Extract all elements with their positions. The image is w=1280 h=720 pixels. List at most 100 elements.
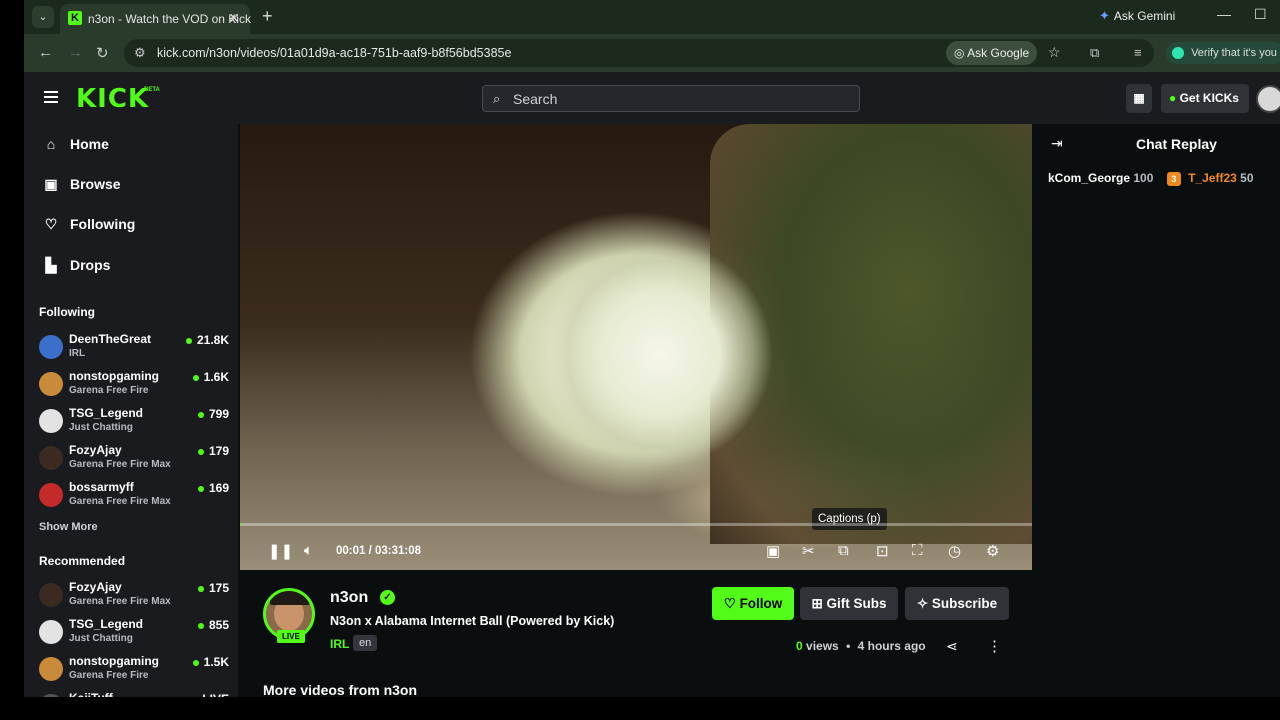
channel-list-item[interactable]: TSG_Legend Just Chatting 855 bbox=[39, 616, 229, 650]
views-label: views bbox=[806, 639, 839, 653]
search-box[interactable]: ⌕ bbox=[482, 85, 860, 112]
viewer-count: 1.6K bbox=[193, 370, 229, 384]
search-icon: ⌕ bbox=[493, 91, 501, 106]
channel-name[interactable]: n3on bbox=[330, 589, 368, 607]
channel-list-item[interactable]: TSG_Legend Just Chatting 799 bbox=[39, 405, 229, 439]
channel-name: FozyAjay bbox=[69, 580, 122, 594]
beta-label: BETA bbox=[144, 87, 160, 93]
gemini-icon: ✦ bbox=[1099, 8, 1110, 23]
recommended-heading: Recommended bbox=[39, 554, 126, 568]
ask-gemini-button[interactable]: ✦ Ask Gemini bbox=[1099, 8, 1175, 24]
channel-list-item[interactable]: bossarmyff Garena Free Fire Max 169 bbox=[39, 479, 229, 513]
clip-icon[interactable]: ✂ bbox=[802, 542, 815, 560]
url-text: kick.com/n3on/videos/01a01d9a-ac18-751b-… bbox=[157, 46, 512, 60]
extensions-icon[interactable]: ⧉ bbox=[1090, 45, 1099, 61]
channel-avatar bbox=[39, 657, 63, 681]
time-display: 00:01 / 03:31:08 bbox=[336, 545, 422, 557]
sidebar-item-drops[interactable]: ▙ Drops bbox=[44, 253, 111, 277]
ask-gemini-label: Ask Gemini bbox=[1113, 9, 1176, 23]
playback-speed-icon[interactable]: ◷ bbox=[948, 542, 961, 560]
chat-username[interactable]: kCom_George bbox=[1048, 171, 1130, 185]
viewer-count: 169 bbox=[198, 481, 229, 495]
channel-list-item[interactable]: DeenTheGreat IRL 21.8K bbox=[39, 331, 229, 365]
verify-identity-button[interactable]: Verify that it's you bbox=[1166, 42, 1280, 64]
sidebar-item-browse[interactable]: ▣ Browse bbox=[44, 172, 120, 196]
bookmark-star-icon[interactable]: ☆ bbox=[1048, 44, 1061, 61]
picture-in-picture-icon[interactable]: ⧉ bbox=[838, 542, 849, 559]
star-icon: ✧ bbox=[916, 596, 929, 611]
get-kicks-button[interactable]: ● Get KICKs bbox=[1161, 84, 1249, 113]
pause-icon[interactable]: ❚❚ bbox=[268, 542, 293, 560]
reload-icon[interactable]: ↻ bbox=[96, 44, 109, 62]
video-stats: 0 views • 4 hours ago bbox=[796, 639, 926, 653]
channel-list-item[interactable]: FozyAjay Garena Free Fire Max 179 bbox=[39, 442, 229, 476]
chat-gift-row: kCom_George 100 3 T_Jeff23 50 bbox=[1048, 171, 1254, 186]
subscribe-button[interactable]: ✧ Subscribe bbox=[905, 587, 1009, 620]
sidebar-item-following[interactable]: ♡ Following bbox=[44, 212, 136, 236]
volume-icon[interactable]: 🔈︎ bbox=[304, 542, 313, 559]
channel-category: Garena Free Fire Max bbox=[69, 496, 171, 507]
collapse-chat-icon[interactable]: ⇥ bbox=[1051, 135, 1063, 152]
captions-tooltip: Captions (p) bbox=[812, 508, 887, 530]
dashboard-icon: ▦ bbox=[1133, 91, 1145, 105]
tab-title: n3on - Watch the VOD on Kick bbox=[88, 12, 251, 26]
channel-list-item[interactable]: nonstopgaming Garena Free Fire 1.6K bbox=[39, 368, 229, 402]
get-kicks-label: Get KICKs bbox=[1179, 91, 1239, 105]
channel-avatar bbox=[39, 409, 63, 433]
sidebar-item-home[interactable]: ⌂ Home bbox=[44, 132, 109, 156]
follow-button[interactable]: ♡ Follow bbox=[712, 587, 794, 620]
settings-gear-icon[interactable]: ⚙ bbox=[986, 542, 999, 560]
sidebar: ⌂ Home ▣ Browse ♡ Following ▙ Drops Foll… bbox=[24, 124, 238, 697]
maximize-icon[interactable]: ☐ bbox=[1254, 6, 1267, 23]
channel-name: TSG_Legend bbox=[69, 406, 144, 420]
channel-avatar bbox=[39, 620, 63, 644]
kick-logo[interactable]: KICK bbox=[76, 84, 149, 114]
forward-arrow-icon[interactable]: → bbox=[68, 44, 83, 61]
channel-avatar bbox=[39, 335, 63, 359]
language-tag[interactable]: en bbox=[353, 635, 378, 651]
gift-subs-button[interactable]: ⊞ Gift Subs bbox=[800, 587, 898, 620]
progress-bar[interactable] bbox=[240, 523, 1032, 526]
site-info-icon[interactable]: ⚙ bbox=[134, 45, 146, 61]
menu-hamburger-icon[interactable] bbox=[44, 91, 58, 103]
live-badge: LIVE bbox=[277, 630, 305, 643]
following-heading: Following bbox=[39, 305, 95, 319]
fullscreen-icon[interactable]: ⛶ bbox=[912, 542, 923, 559]
show-more-button[interactable]: Show More bbox=[39, 521, 98, 533]
rank-badge-icon: 3 bbox=[1166, 172, 1181, 186]
tab-bar: ⌄ K n3on - Watch the VOD on Kick ✕ + ✦ A… bbox=[24, 0, 1280, 34]
viewer-count: 855 bbox=[198, 618, 229, 632]
video-title: N3on x Alabama Internet Ball (Powered by… bbox=[330, 614, 615, 628]
user-avatar[interactable] bbox=[1256, 85, 1280, 113]
tab-search-icon[interactable]: ≡ bbox=[1134, 45, 1142, 60]
theater-mode-icon[interactable]: ▣ bbox=[766, 542, 780, 560]
follow-label: Follow bbox=[739, 596, 783, 611]
dashboard-button[interactable]: ▦ bbox=[1126, 84, 1152, 113]
category-tag[interactable]: IRL bbox=[330, 637, 349, 651]
ask-google-button[interactable]: ◎ Ask Google bbox=[946, 41, 1038, 65]
chat-username[interactable]: T_Jeff23 bbox=[1188, 171, 1237, 185]
minimize-icon[interactable]: — bbox=[1217, 6, 1231, 22]
subscribe-label: Subscribe bbox=[931, 596, 998, 611]
channel-name: nonstopgaming bbox=[69, 369, 159, 383]
home-icon: ⌂ bbox=[46, 136, 56, 152]
back-arrow-icon[interactable]: ← bbox=[38, 44, 53, 61]
chat-title: Chat Replay bbox=[1136, 136, 1217, 152]
channel-category: Garena Free Fire Max bbox=[69, 459, 171, 470]
sidebar-item-label: Drops bbox=[70, 257, 111, 273]
channel-list-item[interactable]: nonstopgaming Garena Free Fire 1.5K bbox=[39, 653, 229, 687]
channel-list-item[interactable]: FozyAjay Garena Free Fire Max 175 bbox=[39, 579, 229, 613]
browser-tab[interactable]: K n3on - Watch the VOD on Kick ✕ bbox=[60, 4, 251, 34]
new-tab-plus-icon[interactable]: + bbox=[262, 6, 273, 27]
captions-icon[interactable]: ⊡ bbox=[876, 542, 889, 560]
search-input[interactable] bbox=[513, 89, 843, 109]
avatar-hair bbox=[270, 591, 310, 605]
tab-close-icon[interactable]: ✕ bbox=[228, 10, 240, 27]
channel-category: Garena Free Fire Max bbox=[69, 596, 171, 607]
tab-search-chevron-icon[interactable]: ⌄ bbox=[32, 6, 54, 28]
more-options-icon[interactable]: ⋮ bbox=[987, 637, 1002, 655]
video-player[interactable]: Captions (p) ❚❚ 🔈︎ 00:01 / 03:31:08 ▣ ✂ … bbox=[240, 124, 1032, 570]
channel-list-item[interactable]: KaiiTuff LIVE bbox=[39, 690, 229, 697]
share-icon[interactable]: ⋖ bbox=[946, 638, 958, 655]
channel-name: DeenTheGreat bbox=[69, 332, 152, 346]
